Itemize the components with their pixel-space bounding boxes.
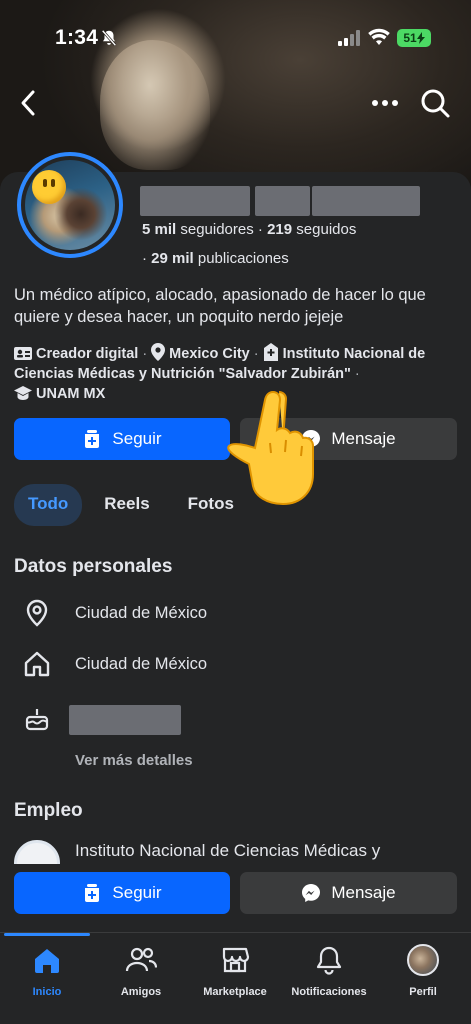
followers-count[interactable]: 5 mil [142,221,176,238]
battery-level: 51 [403,31,417,45]
birthday-row [22,703,52,735]
profile-bio: Un médico atípico, alocado, apasionado d… [14,286,426,326]
hometown-row[interactable]: Ciudad de México [22,648,207,680]
active-tab-indicator [4,933,90,936]
friends-icon [125,947,157,972]
city-link[interactable]: Mexico City [169,346,250,362]
location-pin-icon [151,343,166,361]
follow-label: Seguir [112,429,162,448]
tab-todo[interactable]: Todo [14,484,83,526]
graduation-cap-icon [14,386,32,400]
posts-label: publicaciones [193,250,289,267]
nav-friends[interactable]: Amigos [94,943,188,998]
follow-icon [85,884,100,902]
name-redacted-block [312,186,420,216]
home-outline-icon [24,651,50,677]
following-label[interactable]: seguidos [292,221,356,238]
nav-marketplace[interactable]: Marketplace [188,943,282,998]
bottom-navigation: Inicio Amigos Marketplace Notificaciones… [0,932,471,1024]
current-city-row[interactable]: Ciudad de México [22,597,207,629]
nav-profile[interactable]: Perfil [376,943,470,998]
bell-icon [316,946,342,975]
work-section-title: Empleo [14,800,83,821]
nav-home[interactable]: Inicio [0,943,94,998]
birthday-cake-icon [25,709,49,731]
profile-tabs: Todo Reels Fotos [14,484,248,526]
follow-label: Seguir [112,883,162,902]
hometown-text: Ciudad de México [75,654,208,673]
following-count[interactable]: 219 [267,221,292,238]
school-link[interactable]: UNAM MX [36,386,105,402]
nav-profile-label: Perfil [409,986,437,998]
nav-notifications-label: Notificaciones [291,986,367,998]
marketplace-icon [222,947,250,973]
hospital-icon [263,343,278,361]
nav-home-label: Inicio [32,986,62,998]
pointing-hand-emoji [227,390,314,506]
creator-badge-icon [14,347,32,360]
profile-avatar-thumb [407,944,439,976]
cellular-signal-icon [338,30,360,46]
role-label: Creador digital [36,346,139,362]
status-time: 1:34 [55,26,99,49]
current-city-text: Ciudad de México [75,603,208,622]
see-more-details-link[interactable]: Ver más detalles [75,752,193,769]
location-pin-icon [26,599,48,627]
follow-button[interactable]: Seguir [14,418,230,460]
home-icon [35,949,59,973]
follow-stats: 5 mil seguidores · 219 seguidos [142,221,357,238]
birthday-redacted-block [69,705,181,735]
emoji-overlay [32,170,66,204]
employer-name[interactable]: Instituto Nacional de Ciencias Médicas y [75,841,455,861]
wifi-icon [368,28,390,45]
message-button-sticky[interactable]: Mensaje [240,872,457,914]
profile-avatar[interactable] [17,152,123,258]
personal-info-title: Datos personales [14,556,173,577]
sticky-action-bar: Seguir Mensaje [0,864,471,922]
followers-label[interactable]: seguidores [176,221,253,238]
back-arrow-icon[interactable] [14,86,44,120]
nav-notifications[interactable]: Notificaciones [282,943,376,998]
search-icon[interactable] [418,86,452,120]
message-label: Mensaje [331,883,396,902]
follow-button-sticky[interactable]: Seguir [14,872,230,914]
profile-screen: 1:34 51 5 mil seguidores · 219 seguidos … [0,0,471,1024]
follow-icon [85,430,100,448]
charging-bolt-icon [416,32,425,44]
bell-off-icon [101,29,117,47]
status-bar: 1:34 51 [0,0,471,76]
nav-marketplace-label: Marketplace [203,986,267,998]
more-options-icon[interactable] [368,92,402,114]
message-label: Mensaje [331,429,396,448]
tab-reels[interactable]: Reels [90,484,163,526]
name-redacted-block [140,186,250,216]
battery-indicator: 51 [397,29,431,47]
name-redacted-block [255,186,310,216]
nav-friends-label: Amigos [120,986,162,998]
posts-count: 29 mil [151,250,194,267]
posts-stats: · 29 mil publicaciones [142,250,289,267]
messenger-icon [302,884,321,902]
